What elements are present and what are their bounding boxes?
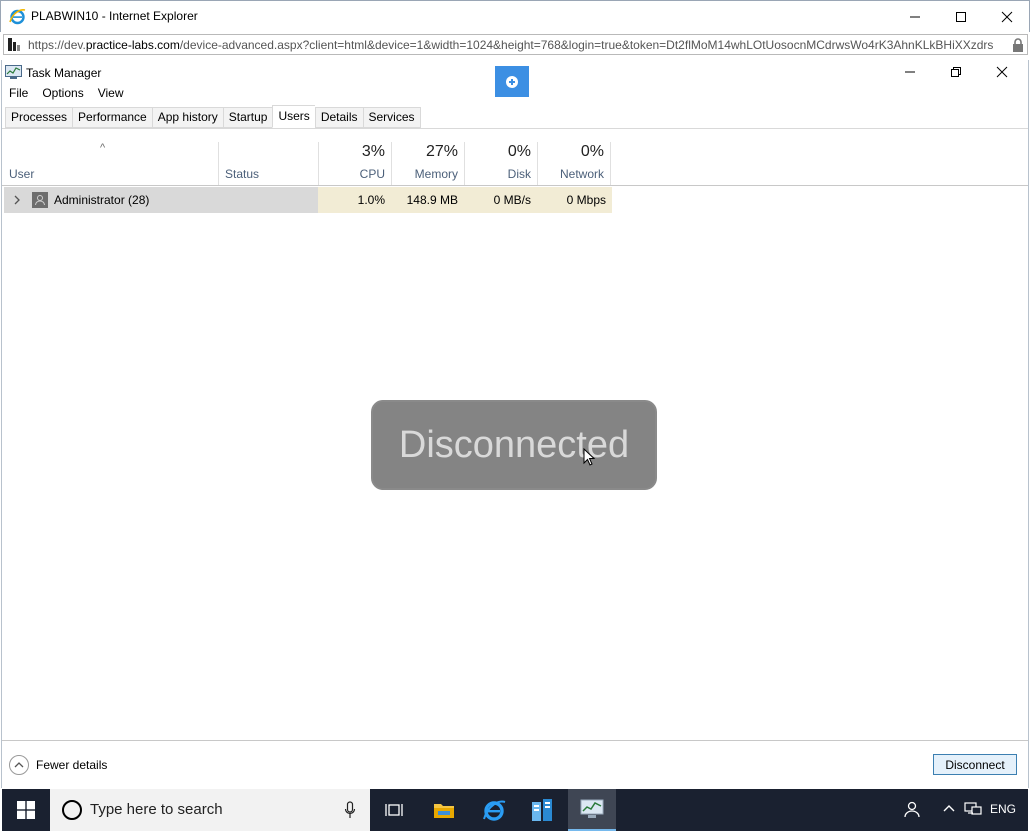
task-manager-taskbar-button[interactable] [568, 789, 616, 831]
column-memory-label: Memory [414, 167, 458, 181]
url-path: /device-advanced.aspx?client=html&device… [179, 38, 994, 52]
user-avatar-icon [32, 192, 48, 208]
search-placeholder: Type here to search [90, 801, 223, 818]
task-view-icon [385, 804, 403, 816]
taskbar: Type here to search ENG [2, 789, 1028, 831]
menu-bar: File Options View [2, 85, 131, 103]
chevron-up-icon[interactable] [942, 801, 956, 817]
mouse-cursor-icon [583, 448, 596, 466]
browser-window-title: PLABWIN10 - Internet Explorer [31, 9, 198, 23]
chevron-right-icon[interactable] [12, 194, 22, 206]
person-icon [35, 195, 45, 206]
tm-close-button[interactable] [979, 60, 1025, 84]
column-separator[interactable] [610, 142, 611, 185]
restore-icon [951, 67, 961, 77]
user-name: Administrator (28) [54, 193, 150, 207]
internet-explorer-button[interactable] [470, 789, 518, 831]
menu-file[interactable]: File [2, 85, 35, 103]
tab-processes[interactable]: Processes [5, 107, 73, 128]
fewer-details-label: Fewer details [36, 758, 108, 772]
tm-minimize-button[interactable] [887, 60, 933, 84]
browser-close-button[interactable] [984, 1, 1030, 32]
server-manager-icon [532, 799, 552, 821]
disconnected-overlay: Disconnected [371, 400, 657, 490]
network-total-percent: 0% [580, 143, 604, 160]
start-button[interactable] [2, 789, 50, 831]
internet-explorer-icon [9, 9, 26, 25]
minimize-icon [905, 71, 915, 73]
column-cpu-label: CPU [359, 167, 385, 181]
column-network[interactable]: 0% Network [538, 142, 610, 185]
microphone-icon[interactable] [344, 801, 356, 819]
tm-restore-button[interactable] [933, 60, 979, 84]
chevron-up-circle-icon [9, 755, 29, 775]
browser-maximize-button[interactable] [938, 1, 984, 32]
column-status[interactable]: Status [219, 142, 318, 185]
server-manager-button[interactable] [518, 789, 566, 831]
user-cell[interactable]: Administrator (28) [4, 187, 318, 213]
column-user-label: User [9, 167, 35, 181]
task-manager-title: Task Manager [26, 66, 102, 80]
close-icon [1001, 11, 1013, 22]
close-icon [996, 66, 1008, 78]
memory-cell: 148.9 MB [391, 187, 464, 213]
file-explorer-button[interactable] [420, 789, 468, 831]
minimize-icon [910, 16, 920, 17]
menu-options[interactable]: Options [35, 85, 90, 103]
column-disk[interactable]: 0% Disk [465, 142, 537, 185]
folder-icon [434, 804, 454, 818]
tab-services[interactable]: Services [362, 107, 421, 128]
remote-session-menu-button[interactable] [495, 66, 529, 97]
network-cell: 0 Mbps [537, 187, 612, 213]
input-language-indicator[interactable]: ENG [990, 802, 1016, 816]
users-table-header: ^ User Status 3% CPU 27% Memory 0% Disk … [2, 142, 1028, 186]
tab-app-history[interactable]: App history [151, 107, 223, 128]
column-memory[interactable]: 27% Memory [392, 142, 464, 185]
internet-explorer-icon [483, 800, 506, 821]
windows-logo-icon [17, 801, 35, 819]
tab-strip: Processes Performance App history Startu… [5, 105, 421, 128]
fewer-details-link[interactable]: Fewer details [9, 754, 107, 776]
plus-circle-icon [506, 75, 518, 88]
cpu-total-percent: 3% [361, 143, 385, 160]
taskbar-search-box[interactable]: Type here to search [50, 789, 370, 831]
table-row[interactable]: Administrator (28) 1.0% 148.9 MB 0 MB/s … [4, 187, 612, 213]
column-disk-label: Disk [507, 167, 531, 181]
address-bar[interactable]: https://dev.practice-labs.com/device-adv… [3, 34, 1028, 55]
column-user[interactable]: User [2, 142, 218, 185]
browser-titlebar: PLABWIN10 - Internet Explorer [0, 0, 1030, 32]
task-manager-icon [5, 65, 22, 79]
memory-total-percent: 27% [425, 143, 458, 160]
tab-details[interactable]: Details [314, 107, 363, 128]
column-cpu[interactable]: 3% CPU [319, 142, 391, 185]
column-network-label: Network [559, 167, 604, 181]
people-icon[interactable] [902, 800, 920, 818]
disk-total-percent: 0% [507, 143, 531, 160]
cpu-cell: 1.0% [318, 187, 391, 213]
disconnect-button[interactable]: Disconnect [933, 754, 1017, 775]
tab-users[interactable]: Users [272, 105, 315, 128]
url-host: practice-labs.com [85, 38, 180, 52]
footer-divider [2, 740, 1028, 741]
disk-cell: 0 MB/s [464, 187, 537, 213]
maximize-icon [956, 11, 966, 22]
site-favicon-icon [8, 38, 20, 51]
cortana-icon [62, 800, 82, 820]
tab-performance[interactable]: Performance [72, 107, 152, 128]
tab-divider [2, 128, 1028, 129]
task-view-button[interactable] [370, 789, 418, 831]
url-text[interactable]: https://dev.practice-labs.com/device-adv… [28, 38, 1008, 52]
task-manager-icon [580, 799, 604, 818]
column-status-label: Status [225, 167, 260, 181]
network-icon[interactable] [964, 801, 982, 817]
url-prefix: https://dev. [28, 38, 86, 52]
menu-view[interactable]: View [91, 85, 131, 103]
lock-icon[interactable] [1012, 38, 1024, 52]
browser-minimize-button[interactable] [892, 1, 938, 32]
tab-startup[interactable]: Startup [222, 107, 273, 128]
